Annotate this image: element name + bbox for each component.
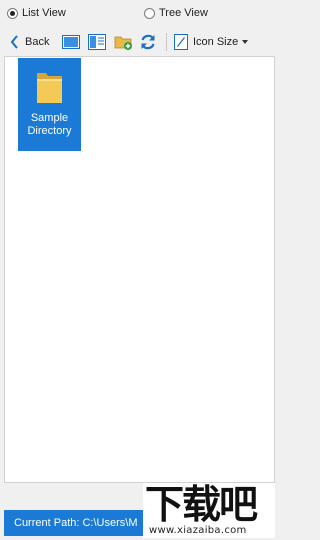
- current-path: Current Path: C:\Users\M: [4, 510, 143, 536]
- folder-name: Sample Directory: [27, 112, 72, 137]
- list-view-radio[interactable]: [7, 7, 18, 19]
- details-pane-button[interactable]: [87, 32, 107, 52]
- toolbar-separator: [166, 33, 167, 51]
- watermark-url: www.xiazaiba.com: [149, 525, 247, 536]
- toolbar: Back Icon Size: [0, 28, 277, 56]
- list-view-option[interactable]: List View: [7, 7, 66, 19]
- refresh-icon: [141, 34, 155, 50]
- file-list-pane[interactable]: Sample Directory: [4, 56, 275, 483]
- chevron-left-icon: [10, 35, 18, 49]
- icon-size-dropdown[interactable]: Icon Size: [174, 33, 249, 51]
- watermark-logo: 下载吧: [145, 483, 258, 528]
- list-view-label: List View: [22, 7, 66, 19]
- refresh-button[interactable]: [138, 32, 158, 52]
- resize-icon: [174, 34, 188, 50]
- folder-item[interactable]: Sample Directory: [18, 58, 81, 151]
- large-icons-icon: [62, 35, 80, 49]
- view-mode-row: List View Tree View: [0, 0, 277, 28]
- tree-view-option[interactable]: Tree View: [144, 7, 208, 19]
- tree-view-radio[interactable]: [144, 7, 155, 19]
- tree-view-label: Tree View: [159, 7, 208, 19]
- watermark: 下载吧 www.xiazaiba.com: [143, 483, 275, 538]
- back-button[interactable]: Back: [10, 33, 49, 51]
- back-label: Back: [25, 36, 50, 48]
- details-pane-icon: [88, 34, 106, 50]
- status-bar: Current Path: C:\Users\M 下载吧 www.xiazaib…: [4, 483, 275, 538]
- new-folder-icon: [114, 36, 132, 50]
- large-icons-view-button[interactable]: [61, 32, 81, 52]
- icon-size-label: Icon Size: [193, 36, 239, 48]
- chevron-down-icon: [242, 40, 249, 44]
- folder-icon: [36, 73, 62, 103]
- new-folder-button[interactable]: [113, 32, 133, 52]
